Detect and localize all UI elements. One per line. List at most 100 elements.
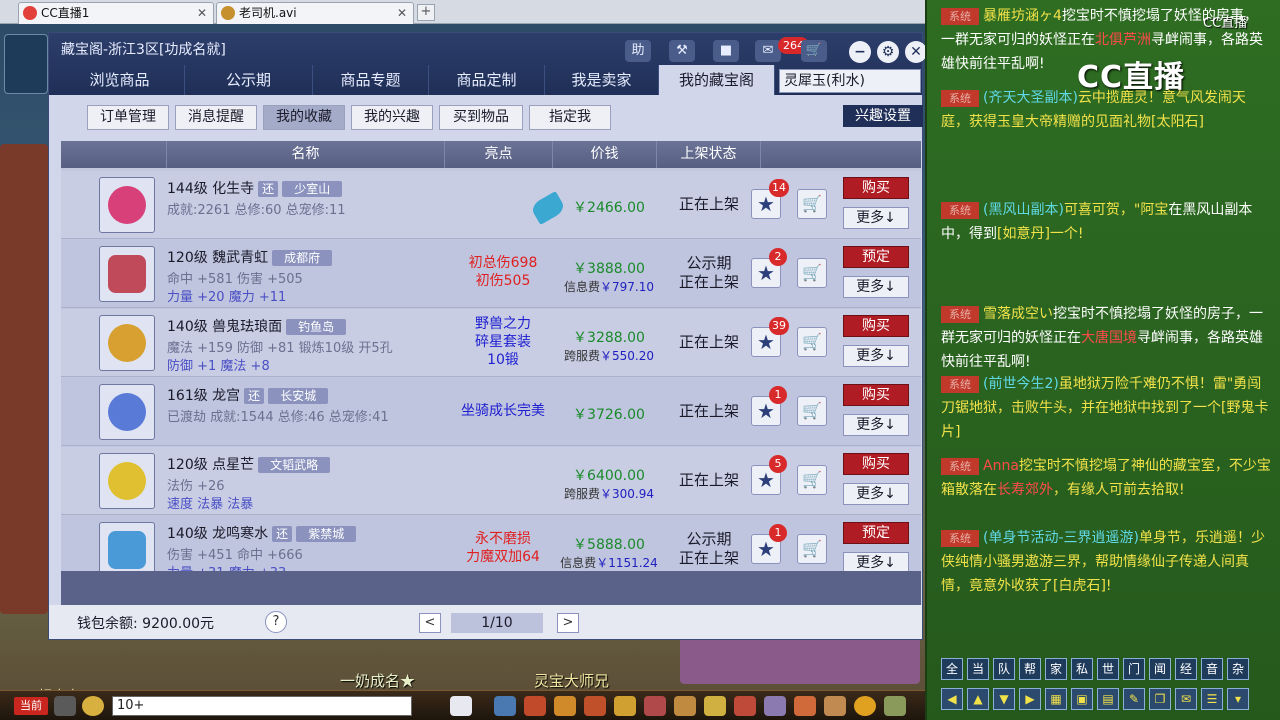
helmet-icon[interactable] bbox=[99, 315, 155, 371]
add-to-cart-icon[interactable]: 🛒 bbox=[797, 189, 827, 219]
close-button[interactable]: ✕ bbox=[905, 41, 927, 63]
pet-icon[interactable] bbox=[450, 696, 472, 716]
brush-icon[interactable]: ✎ bbox=[1123, 688, 1145, 710]
reserve-button[interactable]: 预定 bbox=[843, 522, 909, 544]
dropdown-icon[interactable]: ▾ bbox=[1227, 688, 1249, 710]
close-icon[interactable]: ✕ bbox=[197, 3, 207, 23]
table-row[interactable]: 161级 龙宫还长安城 已渡劫 成就:1544 总修:46 总宠修:41 坐骑成… bbox=[61, 378, 921, 446]
tab-topics[interactable]: 商品专题 bbox=[313, 65, 429, 95]
table-row[interactable]: 140级 兽鬼珐琅面 钓鱼岛 魔法 +159 防御 +81 锻炼10级 开5孔 防… bbox=[61, 309, 921, 377]
character-avatar[interactable] bbox=[99, 177, 155, 233]
rank-icon[interactable] bbox=[824, 696, 846, 716]
channel-world-button[interactable]: 世 bbox=[1097, 658, 1119, 680]
channel-family-button[interactable]: 家 bbox=[1045, 658, 1067, 680]
help-button[interactable]: 助 bbox=[625, 40, 651, 62]
table-row[interactable]: 120级 魏武青虹 成都府 命中 +581 伤害 +505 力量 +20 魔力 +… bbox=[61, 240, 921, 308]
channel-news-button[interactable]: 闻 bbox=[1149, 658, 1171, 680]
my-interests-button[interactable]: 我的兴趣 bbox=[351, 105, 433, 130]
server-select[interactable]: 灵犀玉(利水) bbox=[779, 69, 921, 93]
activity-icon[interactable] bbox=[794, 696, 816, 716]
tab-publicity[interactable]: 公示期 bbox=[185, 65, 313, 95]
channel-current-button[interactable]: 当 bbox=[967, 658, 989, 680]
tab-seller[interactable]: 我是卖家 bbox=[545, 65, 659, 95]
add-to-cart-icon[interactable]: 🛒 bbox=[797, 465, 827, 495]
more-button[interactable]: 更多↓ bbox=[843, 414, 909, 436]
tab-my-pavilion[interactable]: 我的藏宝阁 bbox=[659, 65, 775, 95]
close-icon[interactable]: ✕ bbox=[397, 3, 407, 23]
chat-bubble-icon[interactable]: ✉ bbox=[1175, 688, 1197, 710]
order-management-button[interactable]: 订单管理 bbox=[87, 105, 169, 130]
mall-icon[interactable] bbox=[764, 696, 786, 716]
accessory-icon[interactable] bbox=[99, 453, 155, 509]
table-row[interactable]: 144级 化生寺还少室山 成就:2261 总修:60 总宠修:11 ￥2466.… bbox=[61, 171, 921, 239]
more-button[interactable]: 更多↓ bbox=[843, 207, 909, 229]
channel-misc-button[interactable]: 杂 bbox=[1227, 658, 1249, 680]
purchased-items-button[interactable]: 买到物品 bbox=[439, 105, 523, 130]
assigned-to-me-button[interactable]: 指定我 bbox=[529, 105, 611, 130]
tab-browse[interactable]: 浏览商品 bbox=[55, 65, 185, 95]
guild-icon[interactable] bbox=[674, 696, 696, 716]
table-row[interactable]: 120级 点星芒 文韬武略 法伤 +26 速度 法暴 法暴 ￥6400.00 跨服… bbox=[61, 447, 921, 515]
table-row[interactable]: 140级 龙鸣寒水还紫禁城 伤害 +451 命中 +666 力量 +31 魔力 … bbox=[61, 516, 921, 571]
team-icon[interactable] bbox=[644, 696, 666, 716]
attack-icon[interactable] bbox=[494, 696, 516, 716]
add-to-cart-icon[interactable]: 🛒 bbox=[797, 534, 827, 564]
more-button[interactable]: 更多↓ bbox=[843, 483, 909, 505]
give-icon[interactable] bbox=[704, 696, 726, 716]
buy-button[interactable]: 购买 bbox=[843, 315, 909, 337]
skill-icon[interactable] bbox=[554, 696, 576, 716]
tab-custom[interactable]: 商品定制 bbox=[429, 65, 545, 95]
arrow-left-icon[interactable]: ◀ bbox=[941, 688, 963, 710]
more-button[interactable]: 更多↓ bbox=[843, 276, 909, 298]
add-to-cart-icon[interactable]: 🛒 bbox=[797, 258, 827, 288]
buy-button[interactable]: 购买 bbox=[843, 177, 909, 199]
window-icon[interactable]: ▣ bbox=[1071, 688, 1093, 710]
weapon-icon[interactable] bbox=[99, 246, 155, 302]
channel-exp-button[interactable]: 经 bbox=[1175, 658, 1197, 680]
more-button[interactable]: 更多↓ bbox=[843, 345, 909, 367]
channel-sound-button[interactable]: 音 bbox=[1201, 658, 1223, 680]
arrow-right-icon[interactable]: ▶ bbox=[1019, 688, 1041, 710]
bag-icon[interactable] bbox=[524, 696, 546, 716]
interest-settings-button[interactable]: 兴趣设置 bbox=[843, 105, 923, 127]
channel-all-button[interactable]: 全 bbox=[941, 658, 963, 680]
system-icon[interactable] bbox=[884, 696, 906, 716]
more-button[interactable]: 更多↓ bbox=[843, 552, 909, 571]
friend-icon[interactable] bbox=[614, 696, 636, 716]
emoji-icon[interactable] bbox=[82, 696, 104, 716]
browser-tab-cc[interactable]: CC直播1 ✕ bbox=[18, 2, 214, 24]
arrow-down-icon[interactable]: ▼ bbox=[993, 688, 1015, 710]
minimize-button[interactable]: − bbox=[849, 41, 871, 63]
channel-private-button[interactable]: 私 bbox=[1071, 658, 1093, 680]
microphone-icon[interactable] bbox=[54, 696, 76, 716]
trade-icon[interactable] bbox=[734, 696, 756, 716]
lock-icon[interactable]: ▤ bbox=[1097, 688, 1119, 710]
grid-icon[interactable]: ▦ bbox=[1045, 688, 1067, 710]
buy-button[interactable]: 购买 bbox=[843, 384, 909, 406]
smile-icon[interactable] bbox=[854, 696, 876, 716]
list-icon[interactable]: ☰ bbox=[1201, 688, 1223, 710]
minimap-frame[interactable] bbox=[4, 34, 48, 94]
buy-button[interactable]: 购买 bbox=[843, 453, 909, 475]
add-to-cart-icon[interactable]: 🛒 bbox=[797, 327, 827, 357]
chat-channel-button[interactable]: 当前 bbox=[14, 697, 48, 715]
arrow-up-icon[interactable]: ▲ bbox=[967, 688, 989, 710]
new-tab-button[interactable]: + bbox=[417, 4, 435, 21]
weapon-icon[interactable] bbox=[99, 522, 155, 571]
channel-team-button[interactable]: 队 bbox=[993, 658, 1015, 680]
character-avatar[interactable] bbox=[99, 384, 155, 440]
cart-icon[interactable]: 🛒 bbox=[801, 40, 827, 62]
browser-tab-video[interactable]: 老司机.avi ✕ bbox=[216, 2, 414, 24]
copy-icon[interactable]: ❐ bbox=[1149, 688, 1171, 710]
stop-icon[interactable]: ■ bbox=[713, 40, 739, 62]
add-to-cart-icon[interactable]: 🛒 bbox=[797, 396, 827, 426]
message-reminder-button[interactable]: 消息提醒 bbox=[175, 105, 257, 130]
task-icon[interactable] bbox=[584, 696, 606, 716]
settings-gear-icon[interactable]: ⚙ bbox=[877, 41, 899, 63]
hammer-icon[interactable]: ⚒ bbox=[669, 40, 695, 62]
channel-sect-button[interactable]: 门 bbox=[1123, 658, 1145, 680]
next-page-button[interactable]: > bbox=[557, 613, 579, 633]
channel-guild-button[interactable]: 帮 bbox=[1019, 658, 1041, 680]
my-favorites-button[interactable]: 我的收藏 bbox=[263, 105, 345, 130]
prev-page-button[interactable]: < bbox=[419, 613, 441, 633]
